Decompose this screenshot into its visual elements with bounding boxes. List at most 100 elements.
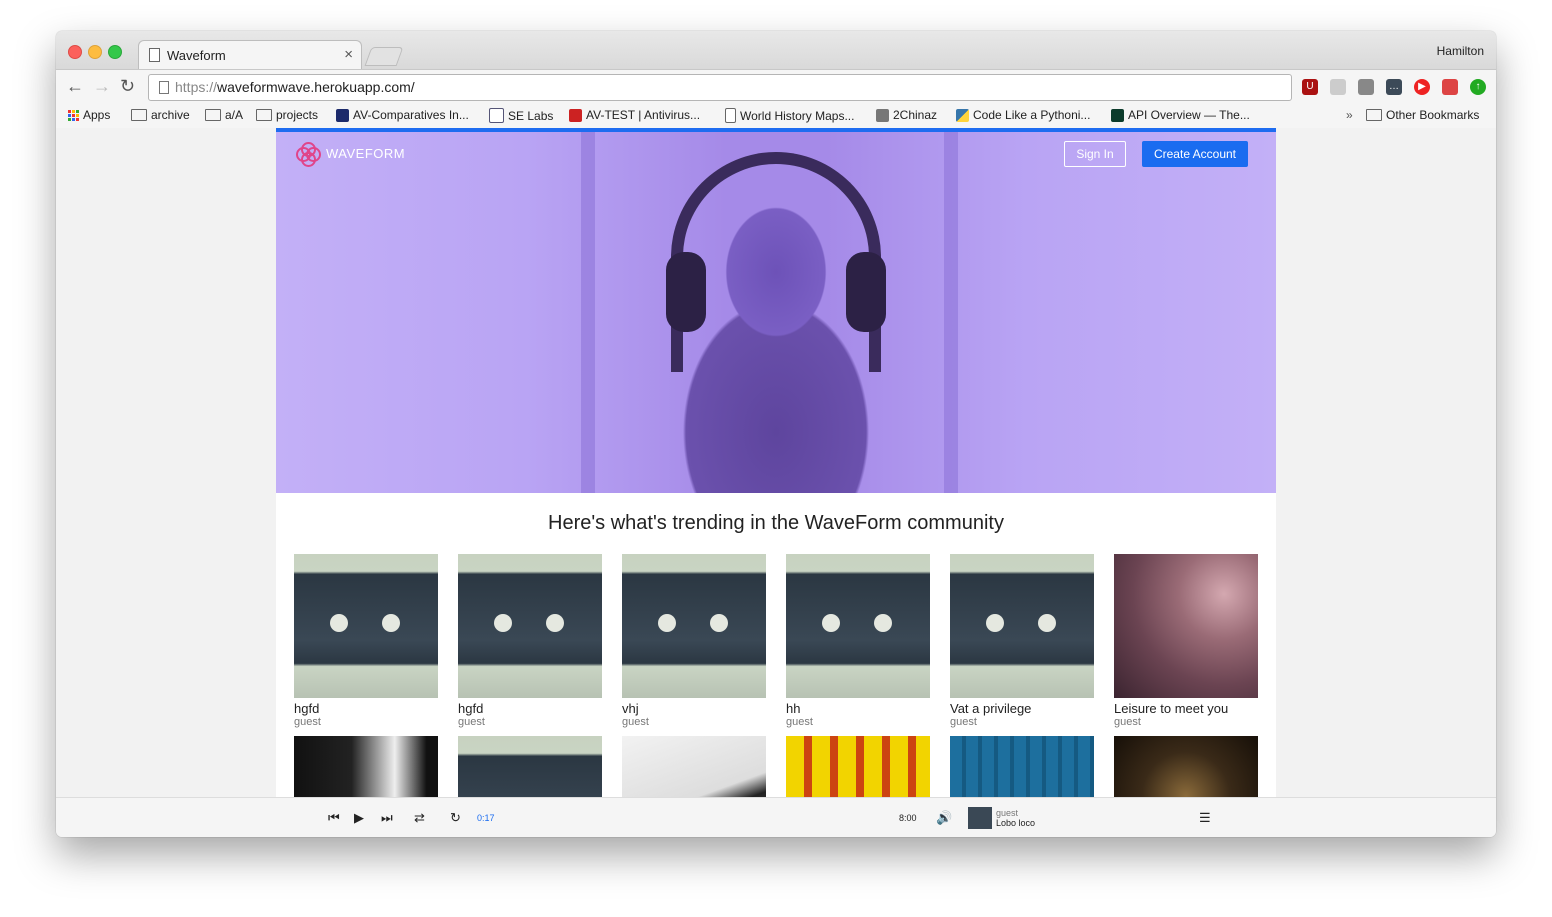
bookmark-code-like-a-pythonista[interactable]: Code Like a Pythoni... bbox=[956, 108, 1090, 122]
extension-icon[interactable] bbox=[1330, 79, 1346, 95]
track-card[interactable] bbox=[622, 736, 766, 797]
now-playing-user[interactable]: guest bbox=[996, 808, 1035, 818]
close-window-button[interactable] bbox=[68, 45, 82, 59]
track-cover[interactable] bbox=[622, 554, 766, 698]
window-frame bbox=[581, 132, 595, 493]
track-cover[interactable] bbox=[786, 736, 930, 797]
track-title[interactable]: vhj bbox=[622, 701, 766, 716]
page-icon bbox=[159, 81, 169, 94]
headphone-cup bbox=[846, 252, 886, 332]
bookmark-se-labs[interactable]: SE Labs bbox=[489, 108, 553, 123]
track-card[interactable]: hgfd guest bbox=[294, 554, 438, 728]
browser-toolbar: ← → ↻ https://waveformwave.herokuapp.com… bbox=[56, 69, 1496, 104]
new-tab-button[interactable] bbox=[364, 47, 404, 66]
forward-icon[interactable]: → bbox=[93, 76, 111, 97]
create-account-button[interactable]: Create Account bbox=[1142, 141, 1248, 167]
queue-list-icon[interactable]: ☰ bbox=[1199, 810, 1211, 826]
profile-name[interactable]: Hamilton bbox=[1437, 44, 1484, 58]
bookmark-a-a[interactable]: a/A bbox=[205, 108, 243, 122]
bookmarks-overflow-icon[interactable]: » bbox=[1346, 108, 1353, 122]
bookmark-archive[interactable]: archive bbox=[131, 108, 190, 122]
bookmark-world-history-maps[interactable]: World History Maps... bbox=[725, 108, 854, 123]
track-cover[interactable] bbox=[786, 554, 930, 698]
folder-icon bbox=[1366, 109, 1382, 121]
shuffle-icon[interactable]: ⇄ bbox=[414, 810, 425, 826]
track-cover[interactable] bbox=[1114, 736, 1258, 797]
apps-grid-icon bbox=[68, 109, 79, 121]
track-user[interactable]: guest bbox=[786, 716, 930, 728]
bookmark-av-test[interactable]: AV-TEST | Antivirus... bbox=[569, 108, 700, 122]
track-card[interactable]: vhj guest bbox=[622, 554, 766, 728]
window-frame bbox=[944, 132, 958, 493]
track-card[interactable]: Vat a privilege guest bbox=[950, 554, 1094, 728]
bookmark-other-bookmarks[interactable]: Other Bookmarks bbox=[1366, 108, 1479, 122]
tab-close-icon[interactable]: × bbox=[344, 46, 353, 63]
play-icon[interactable]: ▶ bbox=[354, 810, 364, 826]
track-cover[interactable] bbox=[294, 554, 438, 698]
reload-icon[interactable]: ↻ bbox=[120, 76, 135, 97]
extension-icon[interactable]: … bbox=[1386, 79, 1402, 95]
track-title[interactable]: hh bbox=[786, 701, 930, 716]
bookmark-projects[interactable]: projects bbox=[256, 108, 318, 122]
track-title[interactable]: Leisure to meet you bbox=[1114, 701, 1258, 716]
track-card[interactable] bbox=[786, 736, 930, 797]
track-cover[interactable] bbox=[458, 554, 602, 698]
track-title[interactable]: hgfd bbox=[458, 701, 602, 716]
track-title[interactable]: Vat a privilege bbox=[950, 701, 1094, 716]
track-cover[interactable] bbox=[294, 736, 438, 797]
track-cover[interactable] bbox=[950, 554, 1094, 698]
track-card[interactable]: hgfd guest bbox=[458, 554, 602, 728]
track-card[interactable] bbox=[294, 736, 438, 797]
track-card[interactable] bbox=[950, 736, 1094, 797]
trending-heading: Here's what's trending in the WaveForm c… bbox=[548, 512, 1004, 534]
api-icon bbox=[1111, 108, 1124, 122]
bookmarks-bar: Apps archive a/A projects AV-Comparative… bbox=[56, 103, 1496, 129]
bookmark-api-overview[interactable]: API Overview — The... bbox=[1111, 108, 1250, 122]
track-cover[interactable] bbox=[458, 736, 602, 797]
track-cover[interactable] bbox=[950, 736, 1094, 797]
ublock-icon[interactable]: U bbox=[1302, 79, 1318, 95]
track-title[interactable]: hgfd bbox=[294, 701, 438, 716]
next-track-icon[interactable]: ⏭ bbox=[381, 810, 393, 826]
track-card[interactable]: hh guest bbox=[786, 554, 930, 728]
track-cover[interactable] bbox=[622, 736, 766, 797]
track-card[interactable] bbox=[1114, 736, 1258, 797]
zoom-window-button[interactable] bbox=[108, 45, 122, 59]
now-playing-cover[interactable] bbox=[968, 807, 992, 829]
music-player-bar: ⏮ ▶ ⏭ ⇄ ↻ 0:17 8:00 🔊 guest Lobo loco ☰ bbox=[56, 797, 1496, 837]
track-user[interactable]: guest bbox=[950, 716, 1094, 728]
sign-in-button[interactable]: Sign In bbox=[1064, 141, 1126, 167]
update-icon[interactable]: ↑ bbox=[1470, 79, 1486, 95]
extension-icon[interactable] bbox=[1442, 79, 1458, 95]
bookmark-av-comparatives[interactable]: AV-Comparatives In... bbox=[336, 108, 469, 122]
bookmark-apps[interactable]: Apps bbox=[68, 108, 110, 122]
browser-window: Waveform × Hamilton ← → ↻ https://wavefo… bbox=[56, 31, 1496, 837]
now-playing-title[interactable]: Lobo loco bbox=[996, 818, 1035, 828]
track-user[interactable]: guest bbox=[458, 716, 602, 728]
tab-waveform[interactable]: Waveform × bbox=[138, 40, 362, 70]
waveform-logo[interactable]: WAVEFORM bbox=[296, 142, 405, 167]
track-user[interactable]: guest bbox=[622, 716, 766, 728]
python-icon bbox=[956, 108, 969, 122]
track-user[interactable]: guest bbox=[294, 716, 438, 728]
page-icon bbox=[149, 48, 160, 62]
track-user[interactable]: guest bbox=[1114, 716, 1258, 728]
youtube-icon[interactable]: ▶ bbox=[1414, 79, 1430, 95]
bookmark-2chinaz[interactable]: 2Chinaz bbox=[876, 108, 937, 122]
duration: 8:00 bbox=[899, 813, 917, 823]
repeat-icon[interactable]: ↻ bbox=[450, 810, 461, 826]
back-icon[interactable]: ← bbox=[66, 76, 84, 97]
extension-icon[interactable] bbox=[1358, 79, 1374, 95]
url-text: https://waveformwave.herokuapp.com/ bbox=[175, 79, 415, 95]
2chinaz-icon bbox=[876, 108, 889, 122]
previous-track-icon[interactable]: ⏮ bbox=[328, 810, 340, 826]
track-cover[interactable] bbox=[1114, 554, 1258, 698]
headphone-cup bbox=[666, 252, 706, 332]
volume-icon[interactable]: 🔊 bbox=[936, 810, 952, 826]
minimize-window-button[interactable] bbox=[88, 45, 102, 59]
now-playing-info: guest Lobo loco bbox=[996, 808, 1035, 828]
track-card[interactable]: Leisure to meet you guest bbox=[1114, 554, 1258, 728]
track-card[interactable] bbox=[458, 736, 602, 797]
page-icon bbox=[725, 108, 736, 123]
address-bar[interactable]: https://waveformwave.herokuapp.com/ bbox=[148, 74, 1292, 101]
